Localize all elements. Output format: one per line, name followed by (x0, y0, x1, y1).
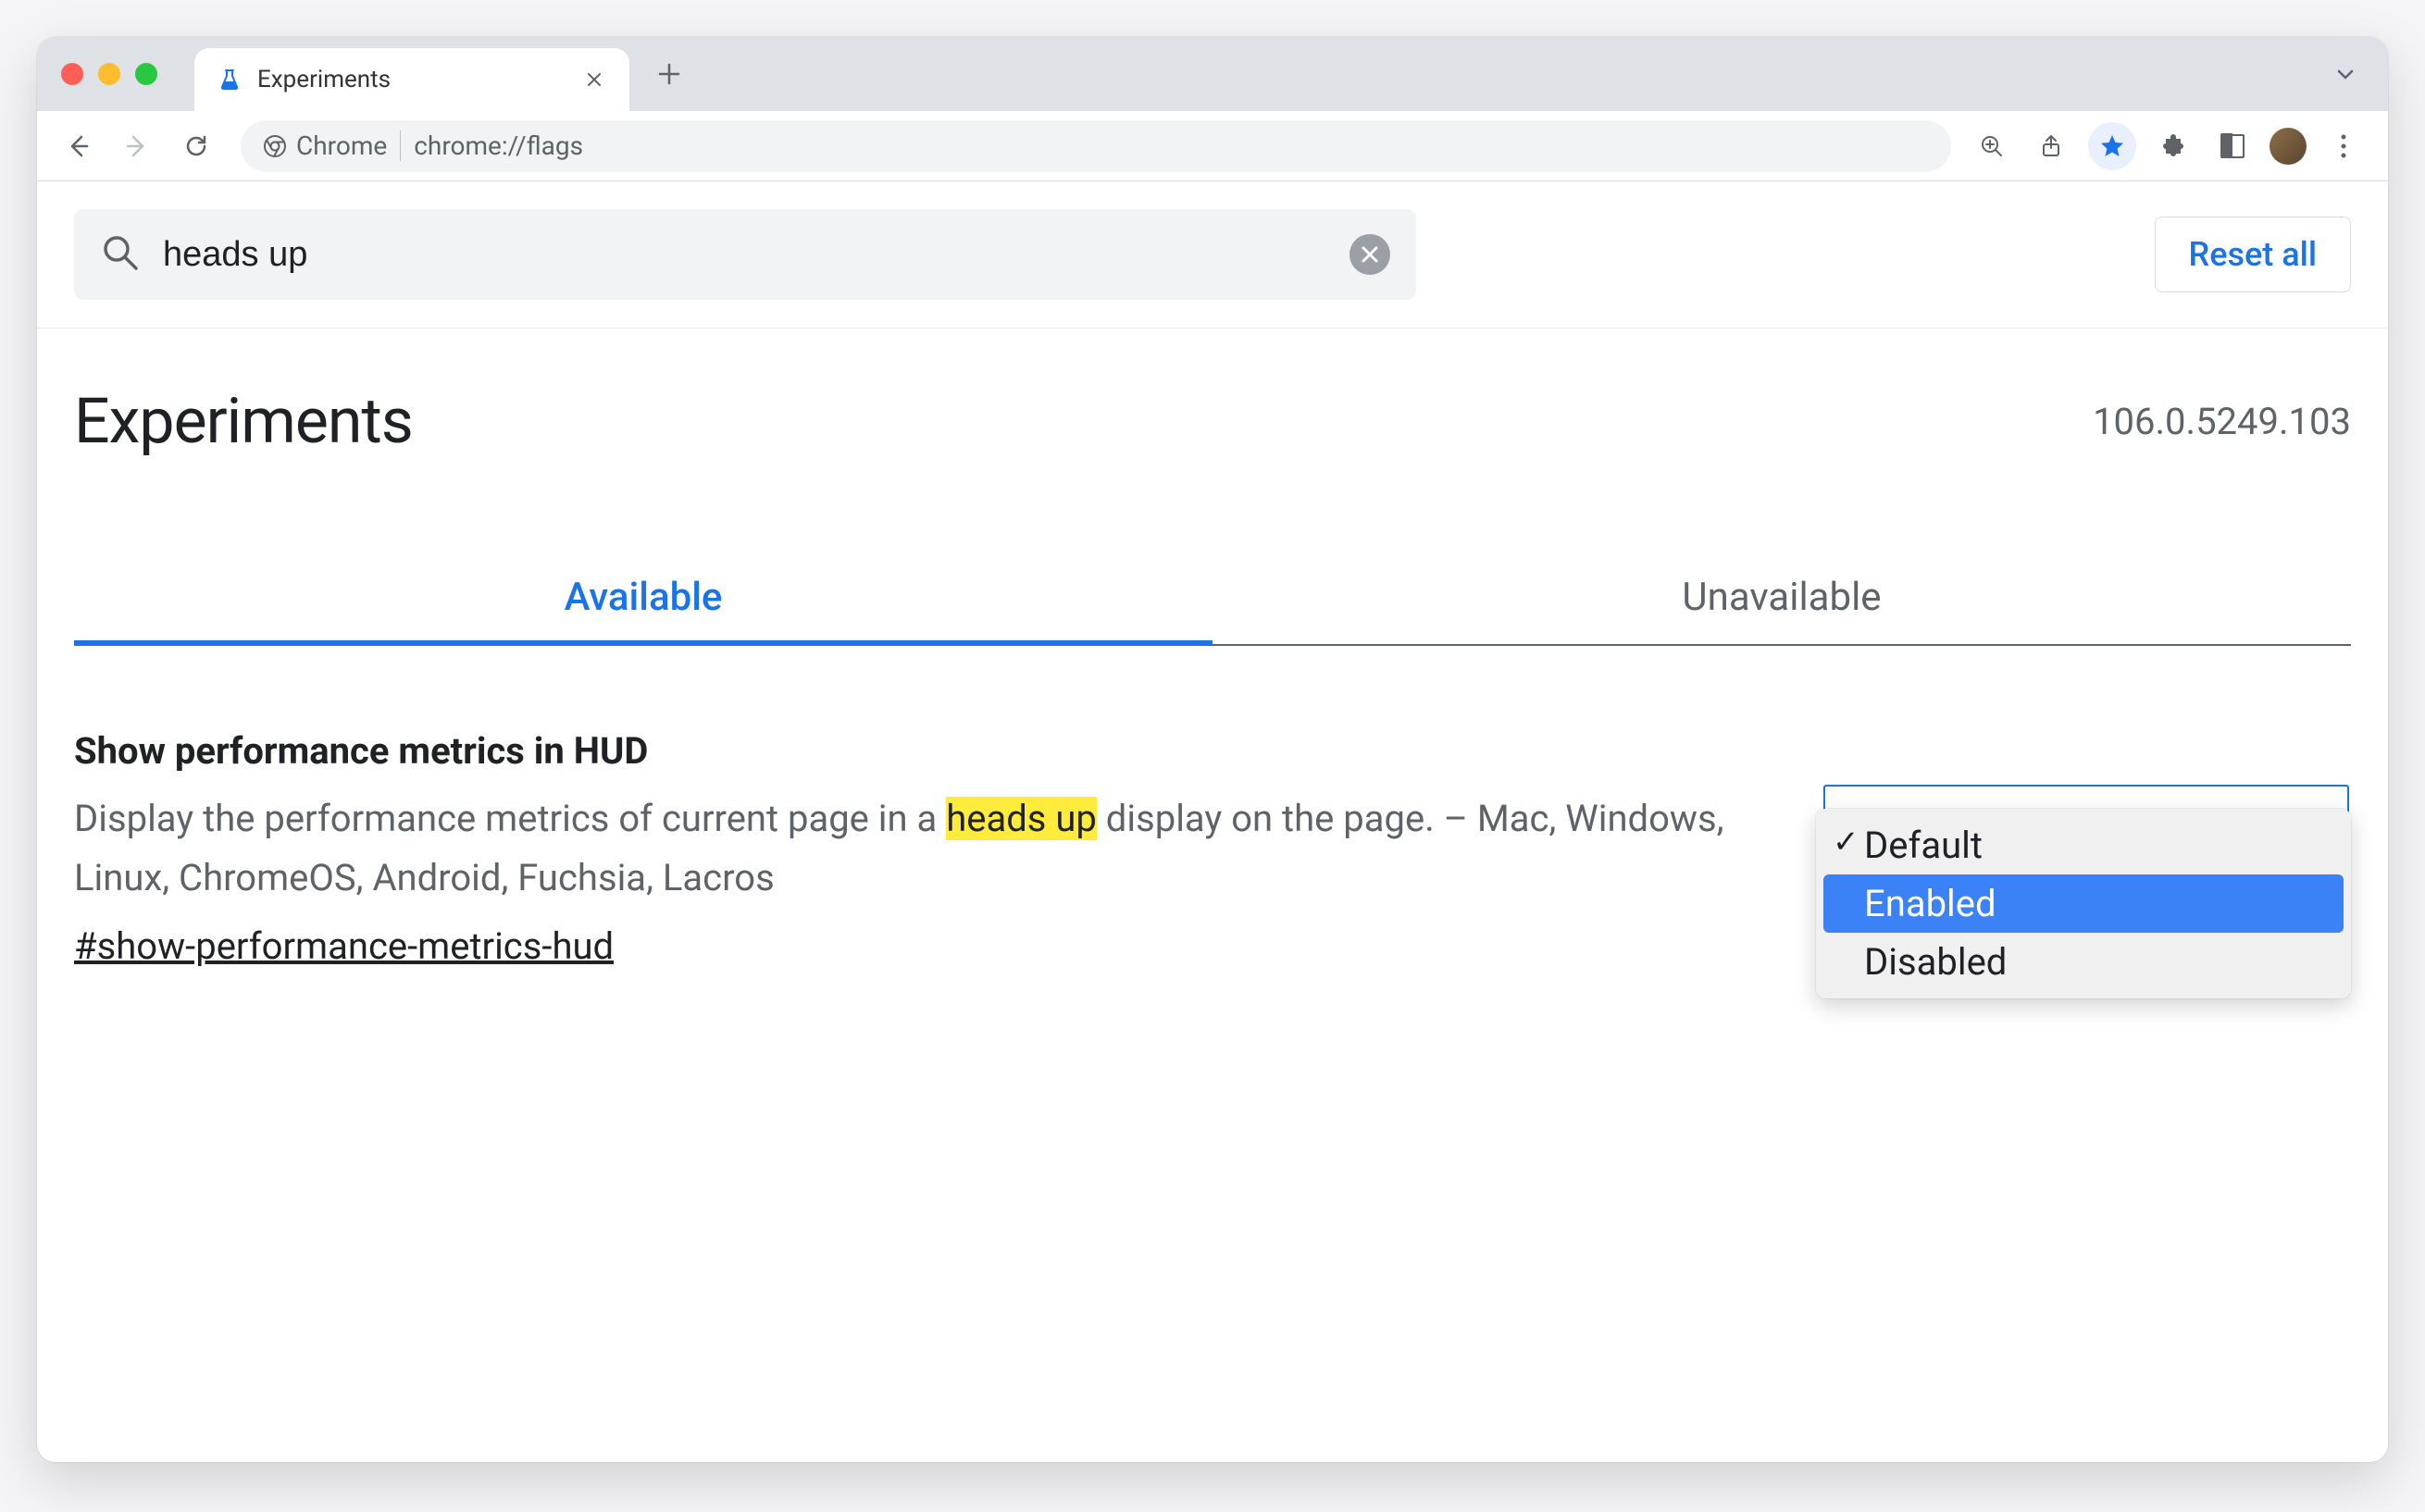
address-bar[interactable]: Chrome chrome://flags (241, 120, 1951, 172)
flag-hash-link[interactable]: #show-performance-metrics-hud (74, 924, 614, 968)
tab-strip: Available Unavailable (74, 551, 2351, 646)
clear-search-button[interactable] (1349, 234, 1390, 275)
bookmark-button[interactable] (2088, 122, 2136, 170)
dropdown-option-enabled[interactable]: Enabled (1823, 874, 2344, 933)
page-content: Reset all Experiments 106.0.5249.103 Ava… (37, 181, 2388, 1462)
close-tab-icon[interactable] (581, 67, 607, 93)
version-text: 106.0.5249.103 (2093, 400, 2351, 443)
close-window-button[interactable] (61, 63, 83, 85)
reset-all-button[interactable]: Reset all (2155, 217, 2351, 292)
tab-bar: Experiments (37, 37, 2388, 111)
page-body: Experiments 106.0.5249.103 Available Una… (37, 328, 2388, 1005)
site-chip[interactable]: Chrome (263, 130, 401, 161)
dropdown-label: Enabled (1864, 882, 1996, 925)
heading-row: Experiments 106.0.5249.103 (74, 384, 2351, 458)
dropdown-label: Disabled (1864, 940, 2007, 984)
toolbar-actions (1970, 122, 2366, 170)
url-text: chrome://flags (414, 130, 583, 161)
tab-title: Experiments (257, 66, 566, 93)
close-icon (1360, 244, 1380, 265)
dropdown-option-default[interactable]: Default (1823, 816, 2344, 874)
reset-all-label: Reset all (2189, 235, 2317, 274)
page-title: Experiments (74, 384, 413, 458)
flag-control: Default Enabled Disabled (1823, 729, 2351, 968)
search-icon (100, 232, 141, 277)
zoom-icon[interactable] (1970, 124, 2014, 168)
tab-list-button[interactable] (2327, 56, 2364, 93)
new-tab-button[interactable] (644, 49, 694, 99)
reading-list-icon[interactable] (2210, 124, 2255, 168)
flag-text: Show performance metrics in HUD Display … (74, 729, 1749, 968)
maximize-window-button[interactable] (135, 63, 157, 85)
menu-icon[interactable] (2321, 124, 2366, 168)
search-highlight: heads up (946, 797, 1097, 840)
window-controls (61, 63, 157, 85)
site-chip-label: Chrome (296, 130, 387, 161)
browser-window: Experiments (37, 37, 2388, 1462)
tab-unavailable-label: Unavailable (1682, 575, 1881, 620)
chrome-icon (263, 134, 287, 158)
tab-available-label: Available (565, 575, 723, 620)
tab-available[interactable]: Available (74, 551, 1212, 644)
flag-title: Show performance metrics in HUD (74, 729, 1749, 773)
search-box (74, 209, 1416, 300)
star-icon (2090, 124, 2134, 168)
search-input[interactable] (163, 235, 1327, 275)
dropdown-label: Default (1864, 824, 1983, 867)
back-button[interactable] (52, 120, 104, 172)
flag-description: Display the performance metrics of curre… (74, 789, 1749, 908)
toolbar: Chrome chrome://flags (37, 111, 2388, 181)
flag-desc-pre: Display the performance metrics of curre… (74, 797, 946, 840)
profile-avatar[interactable] (2270, 128, 2307, 165)
flag-dropdown: Default Enabled Disabled (1816, 809, 2351, 998)
tab-unavailable[interactable]: Unavailable (1212, 551, 2351, 644)
forward-button[interactable] (111, 120, 163, 172)
flag-item: Show performance metrics in HUD Display … (74, 729, 2351, 968)
share-icon[interactable] (2029, 124, 2073, 168)
reload-button[interactable] (170, 120, 222, 172)
dropdown-option-disabled[interactable]: Disabled (1823, 933, 2344, 991)
flask-icon (217, 67, 242, 93)
minimize-window-button[interactable] (98, 63, 120, 85)
search-row: Reset all (37, 181, 2388, 328)
extensions-icon[interactable] (2151, 124, 2195, 168)
browser-tab[interactable]: Experiments (194, 48, 629, 111)
